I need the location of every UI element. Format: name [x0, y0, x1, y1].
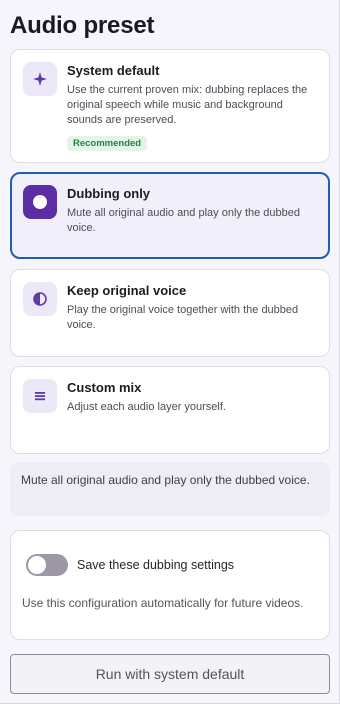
page-title: Audio preset: [10, 12, 155, 39]
save-settings-toggle[interactable]: [26, 554, 68, 576]
save-settings-card: Save these dubbing settings Use this con…: [10, 530, 330, 640]
lines-icon: [23, 379, 57, 413]
audio-preset-panel: Audio preset System default Use the curr…: [0, 0, 340, 704]
preset-description: Mute all original audio and play only th…: [67, 207, 300, 234]
save-settings-description: Use this configuration automatically for…: [22, 596, 304, 610]
save-settings-label: Save these dubbing settings: [77, 558, 235, 572]
preset-description: Play the original voice together with th…: [67, 304, 299, 331]
sparkle-icon: [23, 62, 57, 96]
preset-title: System default: [67, 63, 160, 78]
selection-info: Mute all original audio and play only th…: [10, 462, 330, 516]
preset-card-system-default[interactable]: System default Use the current proven mi…: [10, 49, 330, 163]
run-button[interactable]: Run with system default: [10, 654, 330, 694]
circle-dot-icon: [23, 185, 57, 219]
preset-title: Dubbing only: [67, 186, 151, 201]
preset-description: Adjust each audio layer yourself.: [67, 401, 226, 413]
preset-title: Custom mix: [67, 380, 142, 395]
recommended-badge: Recommended: [67, 136, 148, 151]
preset-card-keep-original-voice[interactable]: Keep original voice Play the original vo…: [10, 269, 330, 357]
preset-description: Use the current proven mix: dubbing repl…: [67, 84, 308, 126]
preset-title: Keep original voice: [67, 283, 187, 298]
preset-card-dubbing-only[interactable]: Dubbing only Mute all original audio and…: [10, 172, 330, 259]
toggle-knob: [28, 556, 46, 574]
half-circle-icon: [23, 282, 57, 316]
preset-card-custom-mix[interactable]: Custom mix Adjust each audio layer yours…: [10, 366, 330, 454]
